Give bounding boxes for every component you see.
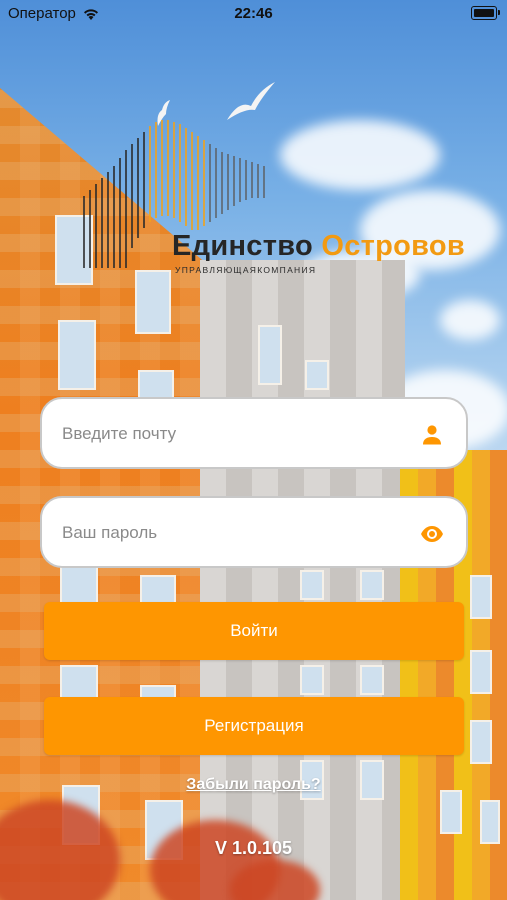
forgot-password-label[interactable]: Забыли пароль? bbox=[186, 776, 320, 793]
status-bar: Оператор 22:46 bbox=[0, 0, 507, 28]
logo-word-2: Островов bbox=[321, 230, 466, 262]
battery-icon bbox=[471, 6, 500, 20]
logo-word-1: Единство bbox=[172, 230, 313, 262]
password-field[interactable] bbox=[40, 496, 468, 568]
login-screen: Оператор 22:46 Единство Островов УПРАВЛЯ… bbox=[0, 0, 507, 900]
logo-title: Единство Островов bbox=[172, 230, 465, 263]
company-logo: Единство Островов УПРАВЛЯЮЩАЯКОМПАНИЯ bbox=[80, 118, 465, 278]
register-button[interactable]: Регистрация bbox=[44, 697, 464, 755]
user-icon bbox=[423, 425, 441, 445]
app-version: V 1.0.105 bbox=[214, 838, 293, 858]
forgot-password-link[interactable]: Забыли пароль? bbox=[0, 776, 507, 794]
logo-subtitle: УПРАВЛЯЮЩАЯКОМПАНИЯ bbox=[175, 265, 317, 275]
email-input[interactable] bbox=[60, 399, 404, 469]
clock: 22:46 bbox=[234, 5, 273, 22]
login-button[interactable]: Войти bbox=[44, 602, 464, 660]
email-field[interactable] bbox=[40, 397, 468, 469]
password-input[interactable] bbox=[60, 498, 404, 568]
eye-icon[interactable] bbox=[418, 522, 446, 546]
